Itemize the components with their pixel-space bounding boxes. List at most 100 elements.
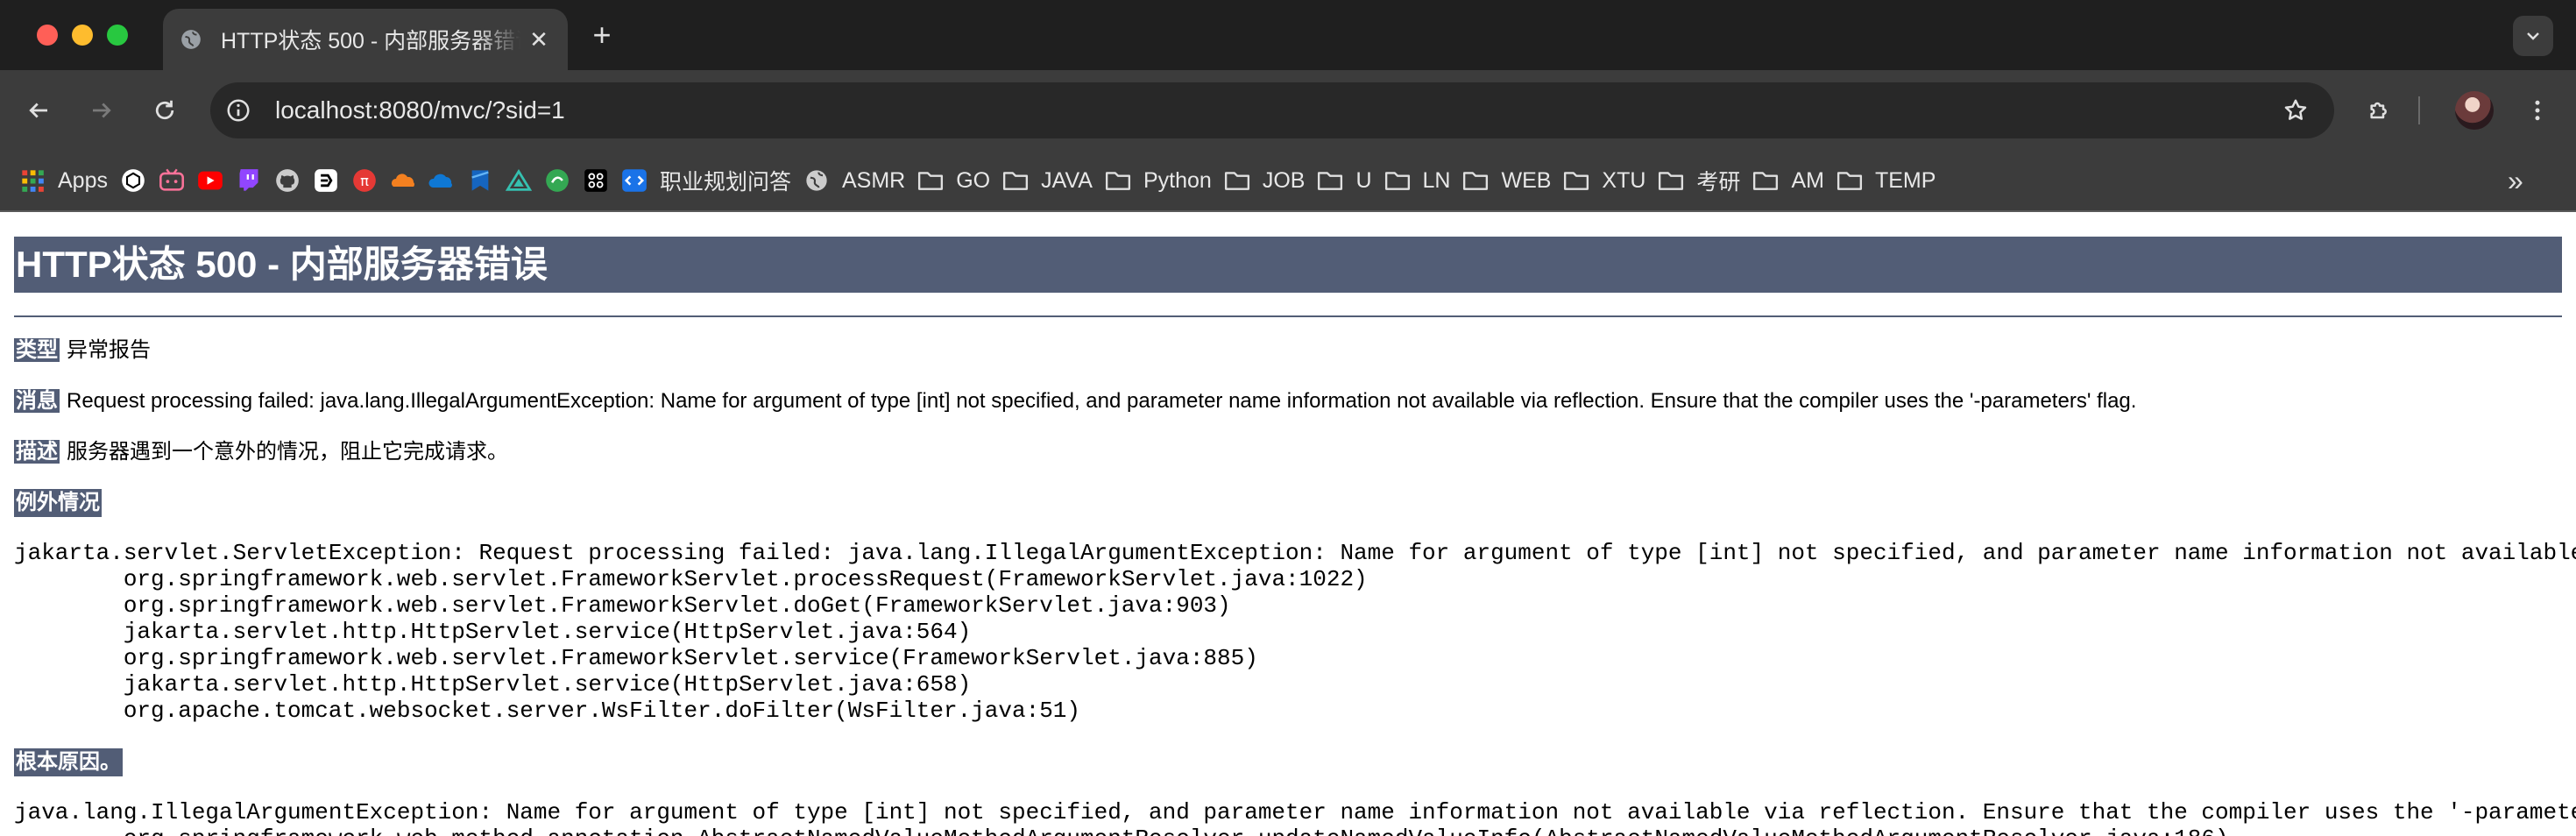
bookmark-item-youtube[interactable] [197, 150, 223, 211]
bookmark-item-kaggle[interactable] [583, 150, 609, 211]
root-cause-heading: 根本原因。 [14, 748, 123, 776]
bilibili-icon [159, 167, 185, 194]
bookmark-item-asmr[interactable]: ASMR [803, 150, 905, 211]
folder-icon [1105, 167, 1131, 194]
globe-icon [803, 167, 830, 194]
root-cause-stacktrace: java.lang.IllegalArgumentException: Name… [14, 799, 2576, 836]
bookmark-label: JOB [1262, 167, 1306, 193]
extensions-button[interactable] [2357, 88, 2403, 133]
active-tab[interactable]: HTTP状态 500 - 内部服务器错误 ✕ [163, 9, 568, 70]
type-value: 异常报告 [67, 338, 151, 362]
fullscreen-window-button[interactable] [107, 25, 128, 46]
back-button[interactable] [18, 89, 60, 131]
folder-icon [1836, 167, 1863, 194]
bookmark-item-github[interactable] [274, 150, 301, 211]
message-value: Request processing failed: java.lang.Ill… [67, 389, 2137, 413]
bookmark-item-ln[interactable]: LN [1384, 150, 1450, 211]
exception-stacktrace: jakarta.servlet.ServletException: Reques… [14, 540, 2576, 724]
site-info-icon[interactable] [221, 93, 256, 128]
description-value: 服务器遇到一个意外的情况，阻止它完成请求。 [67, 440, 508, 464]
onedrive-icon [428, 167, 455, 194]
triangle-logo-icon [505, 167, 532, 194]
page-title: HTTP状态 500 - 内部服务器错误 [14, 237, 2562, 293]
bookmark-item-triangle-logo[interactable] [505, 150, 532, 211]
menu-button[interactable] [2515, 88, 2560, 133]
globe-icon [179, 27, 203, 52]
circle-app-icon [544, 167, 570, 194]
arrow-right-icon [93, 103, 111, 118]
tab-title: HTTP状态 500 - 内部服务器错误 [221, 29, 520, 53]
description-label: 描述 [14, 440, 60, 464]
bookmark-item-go[interactable]: GO [917, 150, 990, 211]
bookmark-item-circle-app[interactable] [544, 150, 570, 211]
bookmark-item-apps[interactable]: Apps [19, 150, 108, 211]
bookmark-label: XTU [1602, 167, 1646, 193]
github-icon [274, 167, 301, 194]
bookmarks-overflow-chevron-icon[interactable]: » [2508, 166, 2537, 196]
folder-icon [1658, 167, 1684, 194]
bookmark-item-考研[interactable]: 考研 [1658, 150, 1740, 211]
bookmark-item-bookmark-app[interactable] [467, 150, 493, 211]
bookmark-label: AM [1791, 167, 1824, 193]
exception-heading: 例外情况 [14, 489, 102, 517]
more-vertical-icon [2535, 100, 2540, 121]
close-window-button[interactable] [37, 25, 58, 46]
minimize-window-button[interactable] [72, 25, 93, 46]
folder-icon [1563, 167, 1589, 194]
message-row: 消息 Request processing failed: java.lang.I… [14, 387, 2136, 415]
toolbar-divider [2418, 96, 2420, 124]
bookmark-item-web[interactable]: WEB [1462, 150, 1551, 211]
bookmark-item-openai[interactable] [120, 150, 146, 211]
bookmark-label: JAVA [1041, 167, 1093, 193]
folder-icon [1224, 167, 1250, 194]
bookmark-item-temp[interactable]: TEMP [1836, 150, 1936, 211]
bookmark-item-job[interactable]: JOB [1224, 150, 1306, 211]
chevron-down-icon [2527, 32, 2539, 40]
pi-icon: π [351, 167, 378, 194]
twitch-icon [236, 167, 262, 194]
bookmark-item-pi[interactable]: π [351, 150, 378, 211]
bookmark-item-职业规划问答[interactable]: 职业规划问答 [621, 150, 791, 211]
error-page: HTTP状态 500 - 内部服务器错误 类型 异常报告 消息 Request pr… [0, 212, 2576, 836]
folder-icon [1002, 167, 1029, 194]
app-icon [313, 167, 339, 194]
tab-search-button[interactable] [2513, 16, 2553, 56]
bookmark-label: Python [1143, 167, 1212, 193]
description-row: 描述 服务器遇到一个意外的情况，阻止它完成请求。 [14, 438, 508, 466]
close-tab-icon[interactable]: ✕ [526, 26, 552, 53]
bookmark-label: 考研 [1696, 170, 1741, 195]
reload-button[interactable] [144, 89, 186, 131]
bookmark-item-twitch[interactable] [236, 150, 262, 211]
address-bar[interactable]: localhost:8080/mvc/?sid=1 [210, 82, 2334, 138]
bookmark-label: TEMP [1874, 167, 1936, 193]
bookmark-item-java[interactable]: JAVA [1002, 150, 1093, 211]
bookmark-item-cloudflare[interactable] [390, 150, 416, 211]
folder-icon [1462, 167, 1489, 194]
youtube-icon [197, 167, 223, 194]
url-text[interactable]: localhost:8080/mvc/?sid=1 [275, 82, 565, 138]
bookmark-item-python[interactable]: Python [1105, 150, 1212, 211]
kaggle-icon [583, 167, 609, 194]
bookmark-label: WEB [1501, 167, 1552, 193]
bookmark-app-icon [467, 167, 493, 194]
bookmark-item-app[interactable] [313, 150, 339, 211]
reload-icon [155, 100, 174, 120]
code-icon [621, 167, 648, 194]
profile-avatar[interactable] [2455, 91, 2494, 130]
folder-icon [917, 167, 944, 194]
openai-icon [120, 167, 146, 194]
bookmark-item-u[interactable]: U [1317, 150, 1372, 211]
type-row: 类型 异常报告 [14, 337, 151, 365]
bookmark-item-xtu[interactable]: XTU [1563, 150, 1645, 211]
divider [14, 315, 2562, 317]
new-tab-button[interactable]: + [585, 19, 619, 53]
message-label: 消息 [14, 389, 60, 413]
forward-button[interactable] [81, 89, 123, 131]
bookmark-star-icon[interactable] [2278, 93, 2313, 128]
apps-grid-icon [19, 167, 46, 194]
bookmark-item-bilibili[interactable] [159, 150, 185, 211]
bookmark-item-onedrive[interactable] [428, 150, 455, 211]
bookmark-label: GO [956, 167, 991, 193]
bookmark-item-am[interactable]: AM [1752, 150, 1824, 211]
bookmark-label: 职业规划问答 [659, 170, 791, 195]
